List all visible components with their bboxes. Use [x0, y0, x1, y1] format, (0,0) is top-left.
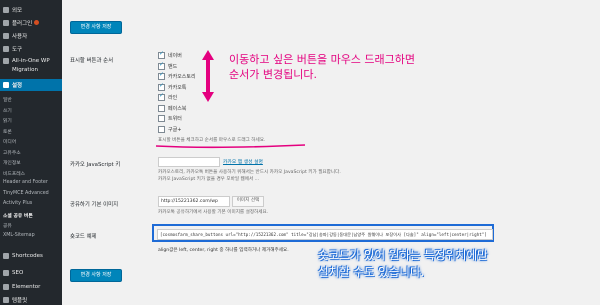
checkbox-label: 트위터 [168, 116, 182, 122]
settings-submenu-item[interactable]: 공유 [3, 222, 12, 229]
shortcodes-icon [3, 252, 9, 259]
settings-submenu-item[interactable]: 비드프레스 [3, 170, 25, 177]
users-icon [3, 32, 9, 39]
checkbox[interactable] [158, 115, 165, 122]
settings-submenu-item[interactable]: Header and Footer [3, 180, 48, 185]
elementor-icon [3, 283, 9, 290]
select-image-button[interactable]: 이미지 선택 [232, 196, 264, 207]
sidebar-item-label: 설정 [12, 83, 23, 89]
settings-submenu-item[interactable]: TinyMCE Advanced [3, 191, 49, 196]
share-button-option[interactable]: 네이버 [158, 50, 182, 59]
checkbox-label: 카카오스토리 [168, 74, 196, 80]
share-button-option[interactable]: 구글+ [158, 125, 182, 133]
checkbox[interactable] [158, 50, 165, 59]
settings-submenu-item[interactable]: 쓰기 [3, 107, 12, 114]
kakao-help-1: 카카오스토리, 카카오톡 버튼을 사용하기 위해서는 반드시 카카오 JavaS… [158, 170, 341, 175]
sidebar-item-elementor[interactable]: Elementor [0, 281, 62, 292]
settings-submenu-item[interactable]: 일반 [3, 96, 12, 103]
sidebar-item-label: 사용자 [12, 33, 28, 40]
sidebar-item-settings[interactable]: 설정 [0, 79, 62, 91]
kakao-app-help-link[interactable]: 카카오 앱 생성 설명 [223, 158, 263, 165]
checkbox[interactable] [158, 92, 165, 101]
checkbox-label: 네이버 [168, 53, 182, 59]
settings-submenu-item[interactable]: 고유주소 [3, 149, 21, 156]
red-underline [155, 144, 306, 149]
settings-submenu-item[interactable]: 개인정보 [3, 159, 21, 166]
share-button-option[interactable]: 카카오스토리 [158, 71, 196, 80]
seo-icon [3, 269, 9, 276]
settings-main: 변경 사항 저장 표시할 버튼과 순서 네이버밴드카카오스토리카카오톡라인페이스… [62, 0, 600, 305]
checkbox[interactable] [158, 104, 165, 112]
shortcode-help-1: align값은 left, center, right 중 하나를 입력하거나 … [158, 248, 289, 253]
sidebar-item-label: Shortcodes [12, 252, 43, 259]
default-image-help: 카카오톡 공유하기에서 사용할 기본 이미지를 설정하세요. [158, 210, 269, 215]
annotation-top-line-2: 순서가 변경됩니다. [229, 68, 317, 81]
default-image-label: 공유하기 기본 이미지 [70, 202, 119, 208]
sidebar-item-migration[interactable]: All-in-One WP [0, 56, 62, 66]
sidebar-item-label: 외모 [12, 7, 23, 14]
kakao-help-2: 카카오 JavaScript 키가 없을 경우 모바일 웹에서 ... [158, 177, 260, 182]
settings-submenu-item[interactable]: 토론 [3, 128, 12, 135]
sidebar-item-tools[interactable]: 도구 [0, 43, 62, 54]
checkbox[interactable] [158, 61, 165, 70]
settings-submenu-item[interactable]: 소셜 공유 버튼 [3, 212, 33, 219]
checkbox[interactable] [158, 125, 165, 133]
share-button-option[interactable]: 페이스북 [158, 104, 187, 112]
checkbox-label: 밴드 [168, 63, 178, 70]
sidebar-item-label: SEO [12, 269, 24, 276]
shortcode-example-field[interactable]: [cosmosfarm_share_buttons url="http://15… [157, 229, 493, 240]
sidebar-item-label: Migration [12, 67, 38, 73]
share-button-option[interactable]: 밴드 [158, 61, 178, 70]
settings-submenu-item[interactable]: 읽기 [3, 117, 12, 124]
sidebar-item-label: Elementor [12, 283, 41, 290]
admin-sidebar: 외모 플러그인 사용자 도구 All-in-One WP Migration 설… [0, 0, 62, 305]
settings-submenu-item[interactable]: 미디어 [3, 138, 16, 145]
sidebar-item-shortcodes[interactable]: Shortcodes [0, 250, 62, 261]
sidebar-item-label: 템플릿 [12, 297, 28, 304]
sidebar-item-label: 플러그인 [12, 20, 33, 27]
migration-icon [3, 58, 9, 64]
settings-submenu-item[interactable]: XML-Sitemap [3, 233, 35, 238]
share-button-option[interactable]: 라인 [158, 92, 178, 101]
default-image-input[interactable]: http://15221362.com/wp [158, 196, 230, 207]
up-down-arrow [202, 50, 214, 102]
annotation-bottom-line-1: 숏코드가 있어 원하는 특정위치에만 [318, 248, 488, 262]
checkbox-label: 라인 [168, 95, 178, 101]
checkbox-label: 구글+ [168, 126, 182, 133]
sidebar-item-label: All-in-One WP [12, 58, 50, 64]
plugin-icon [3, 19, 9, 26]
kakao-js-key-input[interactable] [158, 157, 220, 167]
sidebar-item-plugins[interactable]: 플러그인 [0, 17, 62, 28]
share-button-option[interactable]: 카카오톡 [158, 82, 187, 91]
kakao-js-key-label: 카카오 JavaScript 키 [70, 162, 121, 168]
save-changes-button-bottom[interactable]: 변경 사항 저장 [70, 269, 122, 282]
annotation-bottom-line-2: 설치할 수도 있습니다. [318, 265, 425, 279]
settings-icon [3, 82, 9, 88]
sidebar-item-templates[interactable]: 템플릿 [0, 294, 62, 305]
checkbox-label: 페이스북 [168, 105, 187, 112]
shortcode-example-label: 숏코드 예제 [70, 234, 97, 240]
share-button-option[interactable]: 트위터 [158, 115, 182, 122]
paintbrush-icon [3, 6, 9, 13]
button-order-label: 표시할 버튼과 순서 [70, 58, 114, 64]
checkbox[interactable] [158, 82, 165, 91]
wrench-icon [3, 45, 9, 52]
sidebar-item-appearance[interactable]: 외모 [0, 4, 62, 15]
sidebar-item-seo[interactable]: SEO [0, 267, 62, 278]
checkbox-label: 카카오톡 [168, 84, 187, 91]
checkbox[interactable] [158, 71, 165, 80]
annotation-top-line-1: 이동하고 싶은 버튼을 마우스 드래그하면 [229, 53, 416, 66]
sidebar-item-label: 도구 [12, 46, 23, 53]
templates-icon [3, 296, 9, 303]
update-badge [34, 20, 40, 25]
save-changes-button-top[interactable]: 변경 사항 저장 [70, 21, 122, 34]
sidebar-item-users[interactable]: 사용자 [0, 30, 62, 41]
settings-submenu-item[interactable]: Activity Plus [3, 201, 32, 206]
